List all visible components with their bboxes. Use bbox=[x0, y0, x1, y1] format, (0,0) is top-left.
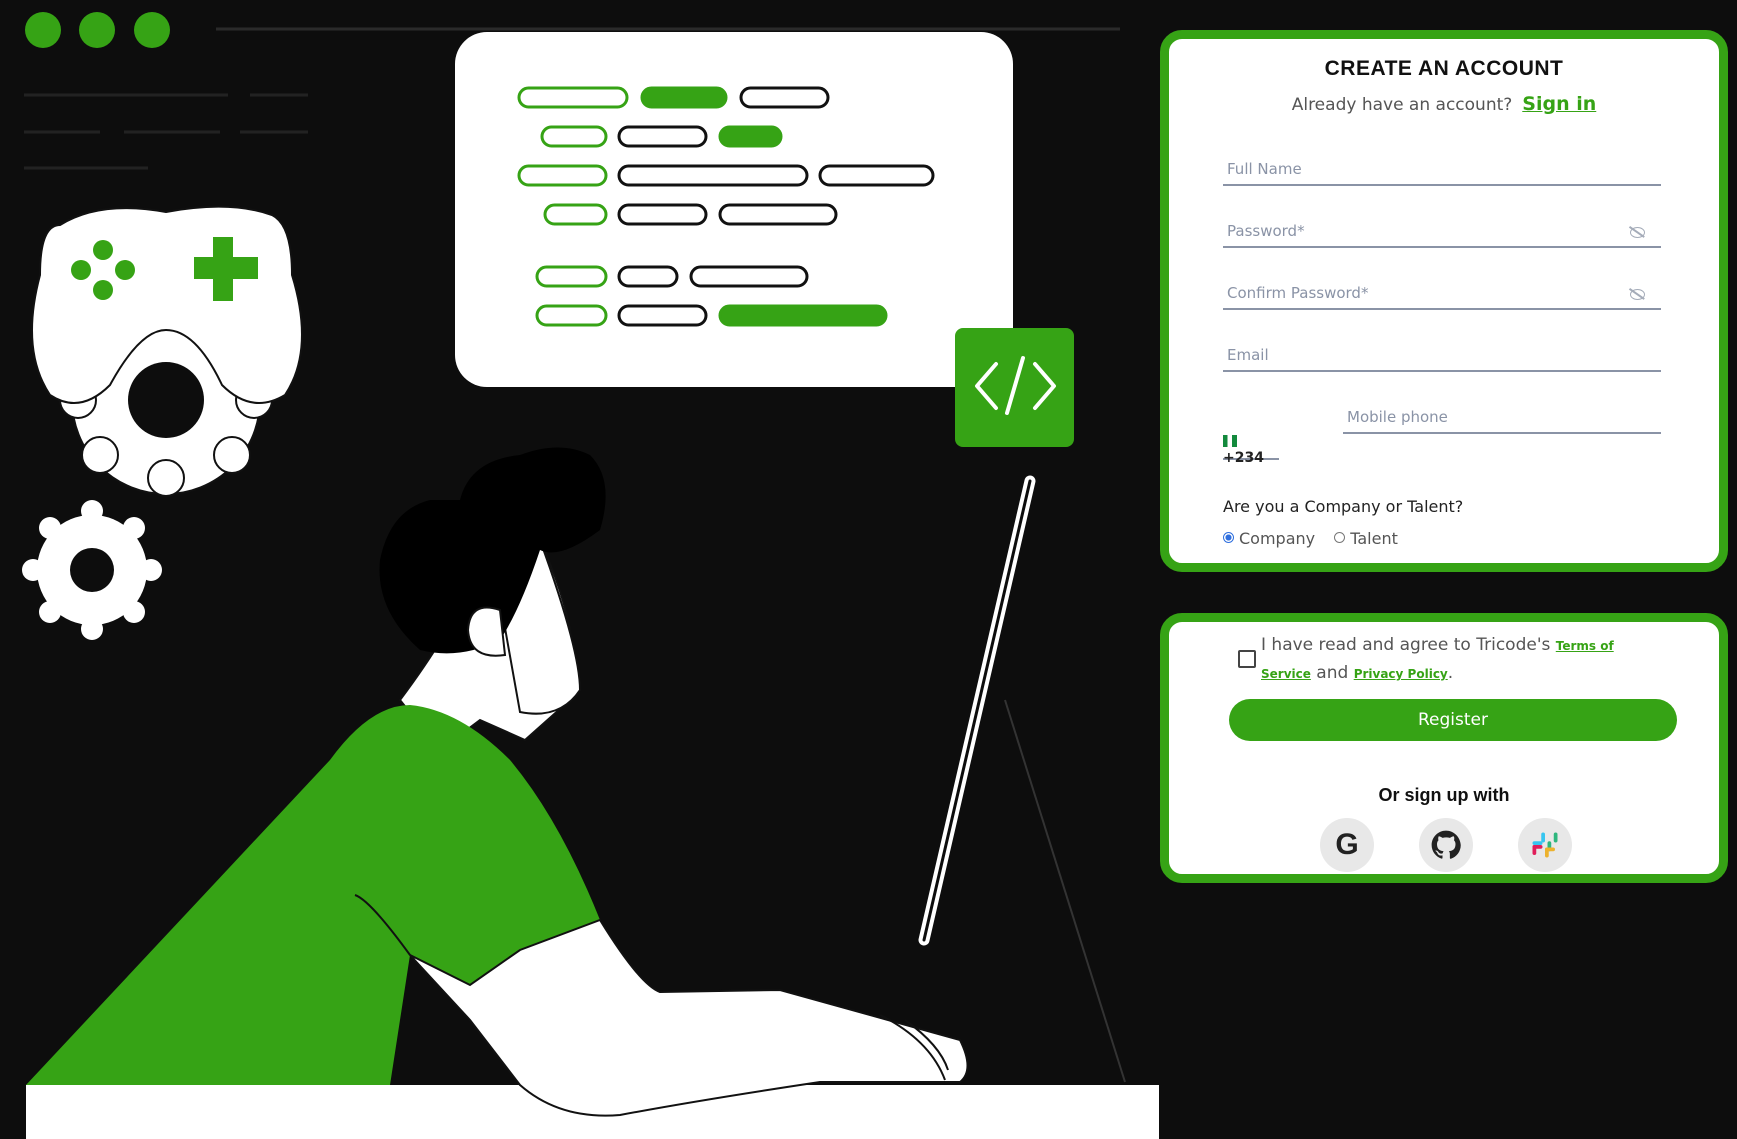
confirm-password-field[interactable]: Confirm Password* bbox=[1223, 274, 1661, 310]
full-name-placeholder: Full Name bbox=[1227, 160, 1302, 178]
radio-company-label: Company bbox=[1239, 529, 1316, 548]
person-illustration bbox=[26, 447, 969, 1117]
slack-signup-button[interactable] bbox=[1518, 818, 1572, 872]
agree-end: . bbox=[1447, 663, 1454, 683]
terms-checkbox[interactable] bbox=[1238, 650, 1256, 668]
gear-icon bbox=[22, 500, 162, 640]
mobile-phone-placeholder: Mobile phone bbox=[1347, 408, 1448, 426]
github-signup-button[interactable] bbox=[1419, 818, 1473, 872]
code-window bbox=[455, 32, 1013, 387]
agree-and: and bbox=[1316, 663, 1349, 683]
signin-prompt-text: Already have an account? bbox=[1291, 95, 1513, 115]
radio-selected-icon[interactable] bbox=[1223, 532, 1234, 543]
google-icon: G bbox=[1335, 828, 1359, 861]
radio-company[interactable]: Company bbox=[1223, 529, 1315, 548]
github-icon bbox=[1431, 830, 1461, 859]
signin-link[interactable]: Sign in bbox=[1522, 93, 1596, 115]
window-dots bbox=[25, 12, 170, 48]
email-placeholder: Email bbox=[1227, 346, 1269, 364]
eye-slash-icon[interactable] bbox=[1630, 227, 1645, 238]
account-type-radio-group: Company Talent bbox=[1223, 529, 1412, 548]
radio-unselected-icon[interactable] bbox=[1334, 532, 1346, 543]
register-card: I have read and agree to Tricode's Terms… bbox=[1160, 613, 1728, 883]
terms-agreement-text: I have read and agree to Tricode's Terms… bbox=[1261, 632, 1661, 688]
create-account-card: CREATE AN ACCOUNT Already have an accoun… bbox=[1160, 30, 1728, 572]
mobile-phone-field[interactable]: Mobile phone bbox=[1343, 398, 1661, 434]
gamepad-gear-icon bbox=[31, 205, 303, 497]
country-code: +234 bbox=[1223, 450, 1264, 466]
decorative-lines bbox=[24, 93, 308, 170]
radio-talent-label: Talent bbox=[1350, 529, 1398, 548]
full-name-field[interactable]: Full Name bbox=[1223, 150, 1661, 186]
account-type-question: Are you a Company or Talent? bbox=[1223, 497, 1464, 516]
register-button[interactable]: Register bbox=[1229, 699, 1677, 741]
code-icon bbox=[955, 328, 1074, 447]
password-field[interactable]: Password* bbox=[1223, 212, 1661, 248]
google-signup-button[interactable]: G bbox=[1320, 818, 1374, 872]
eye-slash-icon[interactable] bbox=[1630, 289, 1645, 300]
slack-icon bbox=[1532, 832, 1558, 858]
nigeria-flag-icon bbox=[1223, 435, 1237, 447]
radio-talent[interactable]: Talent bbox=[1334, 529, 1398, 548]
confirm-password-placeholder: Confirm Password* bbox=[1227, 284, 1369, 302]
country-code-select[interactable]: +234 bbox=[1223, 434, 1279, 466]
agree-text: I have read and agree to Tricode's bbox=[1261, 635, 1551, 655]
page-title: CREATE AN ACCOUNT bbox=[1324, 57, 1564, 80]
privacy-policy-link[interactable]: Privacy Policy bbox=[1354, 667, 1448, 681]
password-placeholder: Password* bbox=[1227, 222, 1305, 240]
signin-prompt: Already have an account? Sign in bbox=[1169, 93, 1719, 115]
or-signup-label: Or sign up with bbox=[1378, 785, 1510, 805]
email-field[interactable]: Email bbox=[1223, 336, 1661, 372]
